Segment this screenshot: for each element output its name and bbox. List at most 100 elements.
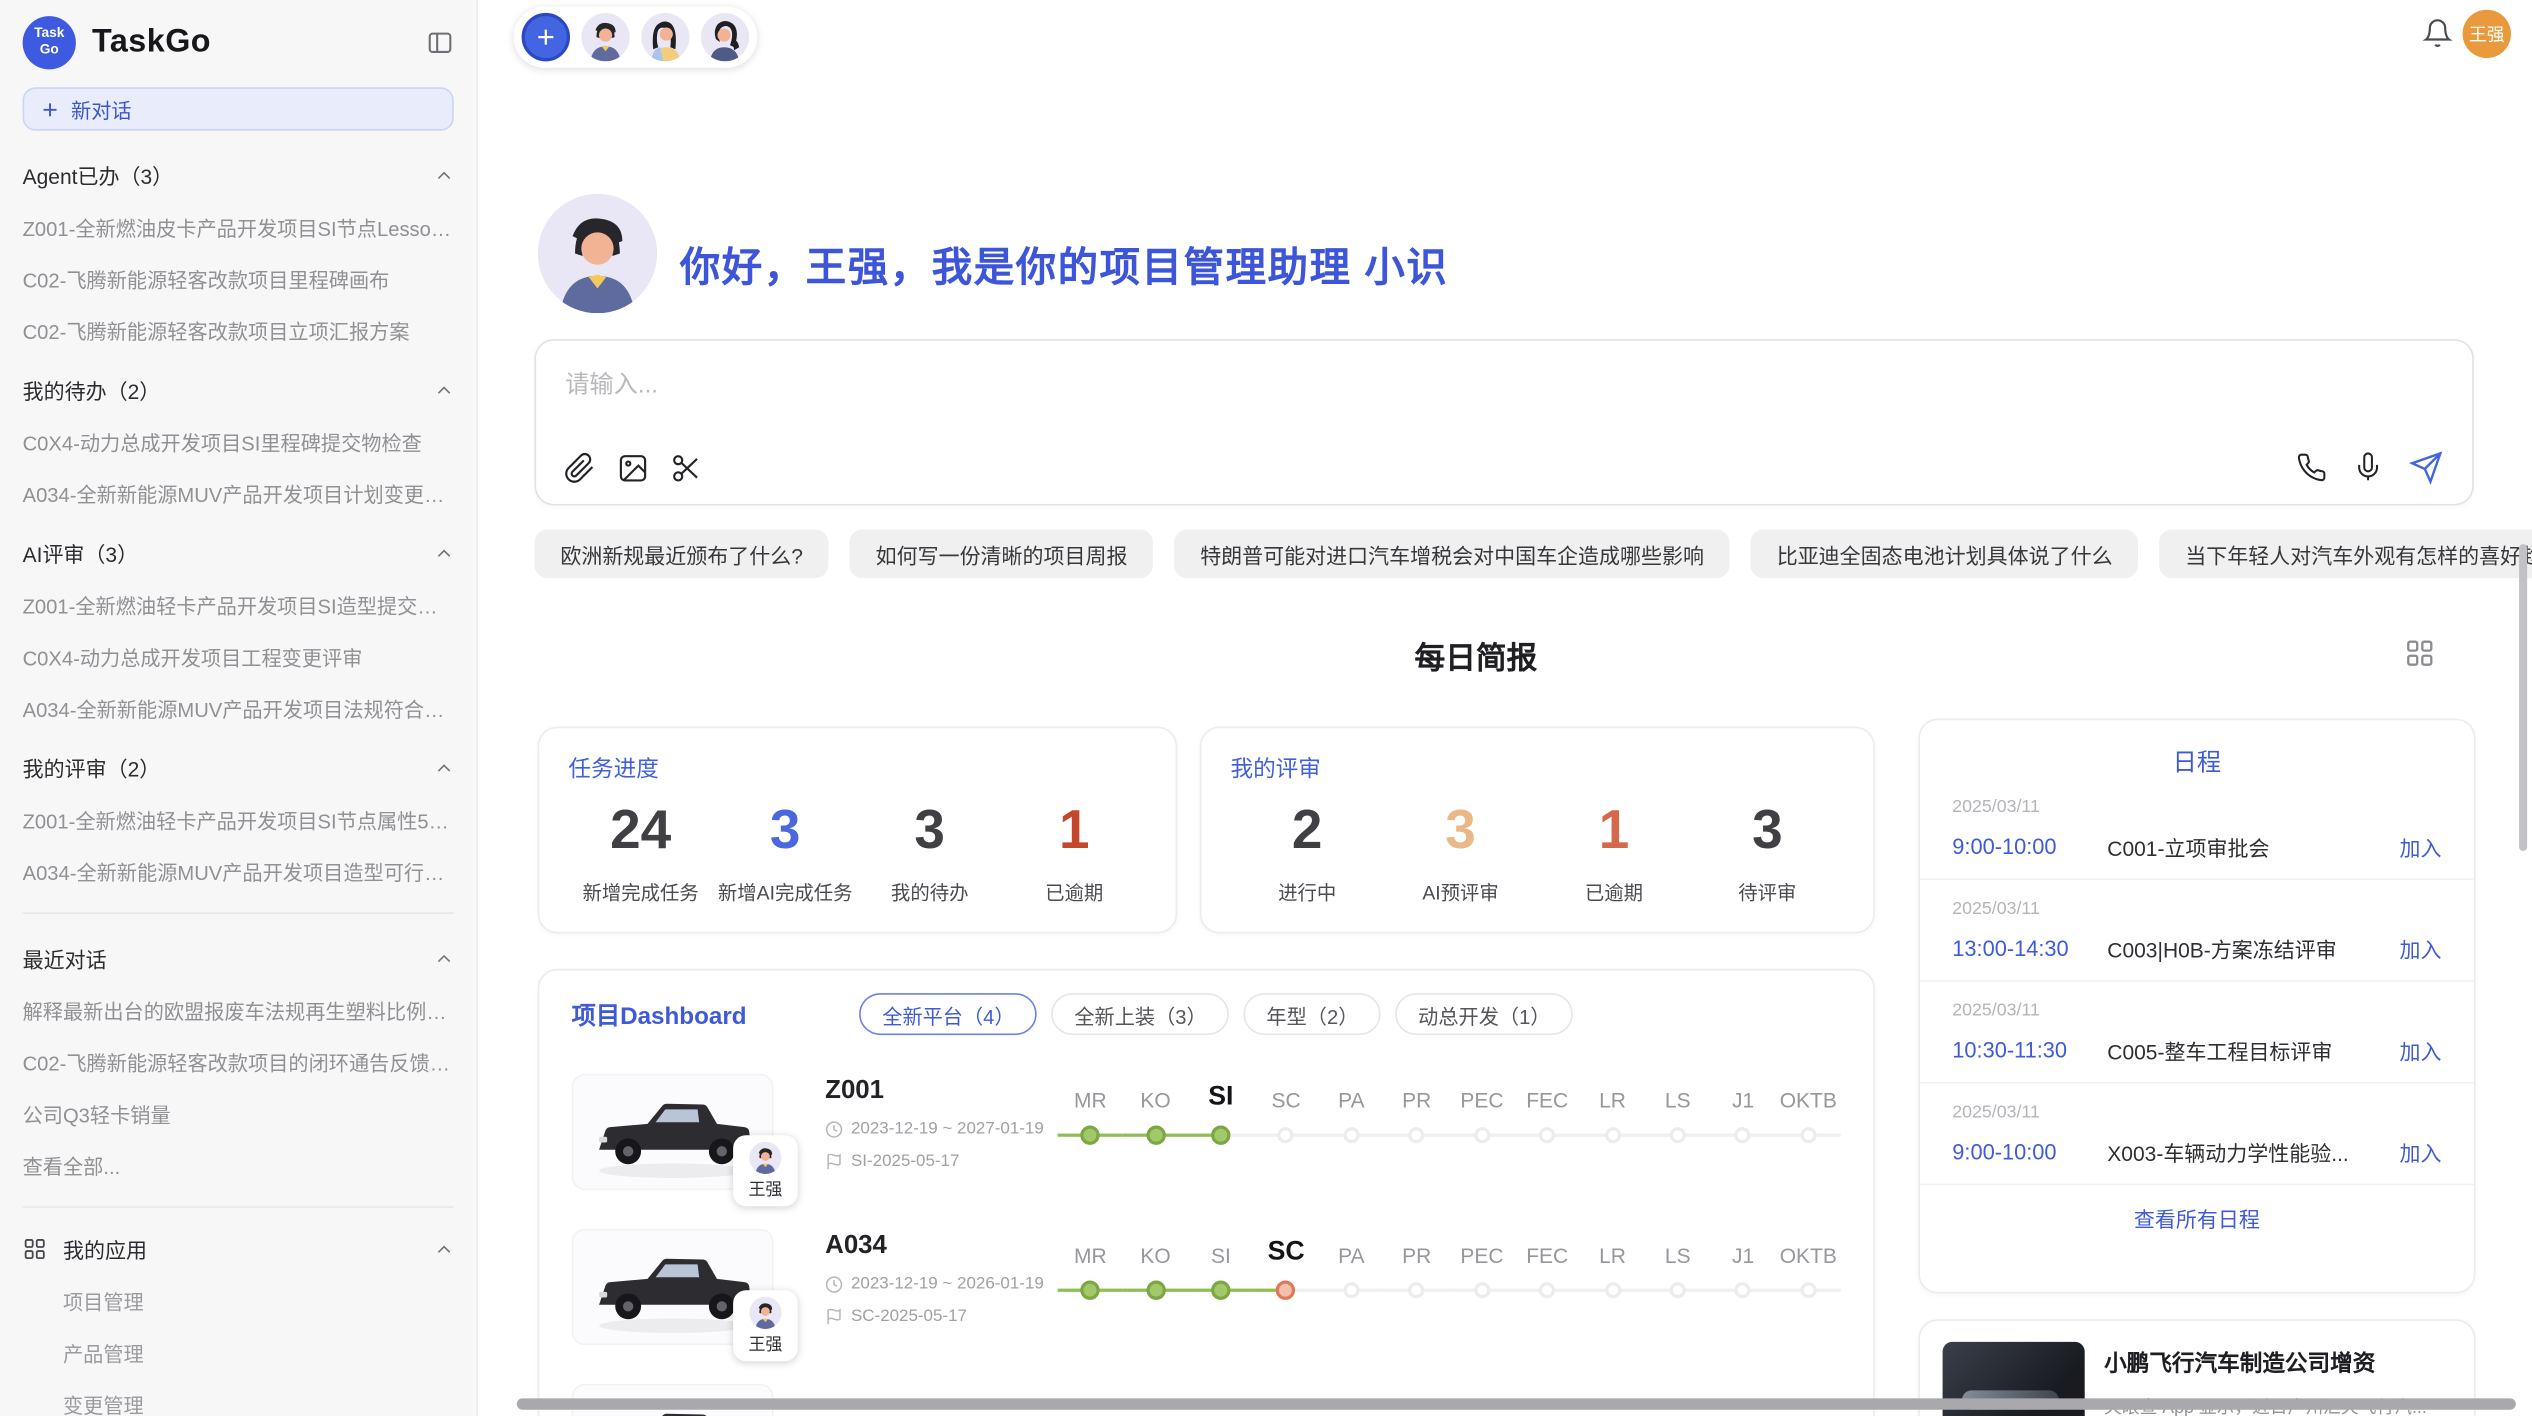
briefing-cards: 任务进度 24 新增完成任务 3 新增AI完成任务 3 我的待办 1 已逾期 我… bbox=[538, 727, 1875, 934]
event-name: C005-整车工程目标评审 bbox=[2107, 1035, 2380, 1066]
milestone: OKTB bbox=[1776, 1232, 1841, 1305]
event-join-link[interactable]: 加入 bbox=[2400, 1137, 2442, 1168]
stat-value: 3 bbox=[1445, 801, 1476, 861]
user-avatar[interactable]: 王强 bbox=[2463, 10, 2511, 58]
notifications-bell-icon[interactable] bbox=[2422, 18, 2453, 49]
agent-avatar-2[interactable] bbox=[641, 13, 689, 61]
milestone: SI bbox=[1188, 1077, 1253, 1150]
chevron-up-icon[interactable] bbox=[434, 543, 453, 562]
agent-avatar-3[interactable] bbox=[701, 13, 749, 61]
agent-avatar-1[interactable] bbox=[581, 13, 629, 61]
section-items: Z001-全新燃油轻卡产品开发项目SI节点属性5D文件评审 A034-全新新能源… bbox=[23, 804, 454, 886]
chevron-up-icon[interactable] bbox=[434, 1239, 453, 1258]
stat: 3 新增AI完成任务 bbox=[713, 801, 858, 907]
milestone: PR bbox=[1384, 1077, 1449, 1150]
chevron-up-icon[interactable] bbox=[434, 949, 453, 968]
sidebar-task-item[interactable]: 解释最新出台的欧盟报废车法规再生塑料比例被调至15%... bbox=[23, 995, 454, 1026]
sidebar-task-item[interactable]: Z001-全新燃油轻卡产品开发项目SI节点属性5D文件评审 bbox=[23, 804, 454, 835]
sidebar-task-item[interactable]: Z001-全新燃油轻卡产品开发项目SI造型提交物评审 bbox=[23, 589, 454, 620]
suggestion-chips: 欧洲新规最近颁布了什么? 如何写一份清晰的项目周报 特朗普可能对进口汽车增税会对… bbox=[534, 530, 2531, 578]
news-title: 小鹏飞行汽车制造公司增资 bbox=[2104, 1347, 2427, 1379]
event-time: 10:30-11:30 bbox=[1952, 1038, 2107, 1062]
event-join-link[interactable]: 加入 bbox=[2400, 1035, 2442, 1066]
milestone: PR bbox=[1384, 1232, 1449, 1305]
sidebar-task-item[interactable]: Z001-全新燃油皮卡产品开发项目SI节点Lesson Learn报告 bbox=[23, 212, 454, 243]
attachment-icon[interactable] bbox=[564, 452, 596, 484]
stat-value: 1 bbox=[1059, 801, 1090, 861]
sidebar-task-item[interactable]: 公司Q3轻卡销量 bbox=[23, 1098, 454, 1129]
milestone-dot bbox=[1146, 1126, 1165, 1145]
sidebar-task-item[interactable]: A034-全新新能源MUV产品开发项目法规符合性评审 bbox=[23, 693, 454, 724]
agent-quick-bar bbox=[514, 6, 758, 67]
divider bbox=[23, 1206, 454, 1208]
chevron-up-icon[interactable] bbox=[434, 758, 453, 777]
daily-brief-title: 每日简报 bbox=[478, 635, 2474, 679]
milestone-track: MR KO SI SC PA PR bbox=[1058, 1232, 1841, 1305]
milestone: J1 bbox=[1710, 1232, 1775, 1305]
image-upload-icon[interactable] bbox=[617, 452, 649, 484]
schedule-card: 日程 2025/03/11 9:00-10:00 C001-立项审批会 加入 2… bbox=[1918, 719, 2475, 1294]
sidebar-task-item[interactable]: A034-全新新能源MUV产品开发项目计划变更表编写 bbox=[23, 478, 454, 509]
sidebar-item-my-apps[interactable]: 我的应用 bbox=[23, 1234, 454, 1265]
milestone: SC bbox=[1254, 1077, 1319, 1150]
sidebar-task-item[interactable]: C0X4-动力总成开发项目SI里程碑提交物检查 bbox=[23, 426, 454, 457]
stat-label: 我的待办 bbox=[891, 879, 969, 906]
chevron-up-icon[interactable] bbox=[434, 166, 453, 185]
milestone: LS bbox=[1645, 1077, 1710, 1150]
suggestion-chip[interactable]: 如何写一份清晰的项目周报 bbox=[850, 530, 1154, 578]
milestone-label: MR bbox=[1074, 1077, 1107, 1113]
send-icon[interactable] bbox=[2409, 451, 2443, 485]
milestone-dot bbox=[1409, 1127, 1425, 1143]
app-sub-item[interactable]: 产品管理 bbox=[63, 1337, 454, 1368]
milestone: PEC bbox=[1449, 1077, 1514, 1150]
suggestion-chip[interactable]: 当下年轻人对汽车外观有怎样的喜好趋势 bbox=[2159, 530, 2532, 578]
milestone: SI bbox=[1188, 1232, 1253, 1305]
section-header: 我的待办（2） bbox=[23, 375, 161, 406]
stat-row: 2 进行中 3 AI预评审 1 已逾期 3 待评审 bbox=[1230, 801, 1844, 907]
view-all-schedule-link[interactable]: 查看所有日程 bbox=[1920, 1203, 2474, 1234]
sidebar-task-item[interactable]: C02-飞腾新能源轻客改款项目的闭环通告反馈情况 bbox=[23, 1046, 454, 1077]
dashboard-tab[interactable]: 动总开发（1） bbox=[1396, 993, 1574, 1035]
layout-grid-icon[interactable] bbox=[2404, 638, 2435, 669]
add-agent-button[interactable] bbox=[522, 13, 570, 61]
sidebar-task-item[interactable]: A034-全新新能源MUV产品开发项目造型可行性评审 bbox=[23, 856, 454, 887]
suggestion-chip[interactable]: 欧洲新规最近颁布了什么? bbox=[534, 530, 828, 578]
stat-card-title: 任务进度 bbox=[568, 752, 1146, 784]
chat-composer[interactable]: 请输入... bbox=[534, 339, 2473, 505]
milestone-label: PEC bbox=[1460, 1077, 1503, 1113]
suggestion-chip[interactable]: 比亚迪全固态电池计划具体说了什么 bbox=[1751, 530, 2139, 578]
vertical-scrollbar[interactable] bbox=[2519, 544, 2527, 851]
new-chat-button[interactable]: 新对话 bbox=[23, 87, 454, 131]
app-sub-item[interactable]: 项目管理 bbox=[63, 1285, 454, 1316]
stat: 2 进行中 bbox=[1230, 801, 1383, 907]
sidebar-task-item[interactable]: C02-飞腾新能源轻客改款项目里程碑画布 bbox=[23, 263, 454, 294]
milestone-dot bbox=[1146, 1281, 1165, 1300]
dashboard-tab[interactable]: 全新平台（4） bbox=[860, 993, 1038, 1035]
suggestion-chip[interactable]: 特朗普可能对进口汽车增税会对中国车企造成哪些影响 bbox=[1174, 530, 1730, 578]
milestone-dot bbox=[1604, 1282, 1620, 1298]
project-row[interactable]: 王强 A034 2023-12-19 ~ 2026-01-19 SC-2025-… bbox=[572, 1229, 1841, 1345]
app-sub-item[interactable]: 变更管理 bbox=[63, 1389, 454, 1416]
dashboard-tab[interactable]: 全新上装（3） bbox=[1052, 993, 1230, 1035]
voice-call-icon[interactable] bbox=[2296, 452, 2327, 483]
recent-view-all[interactable]: 查看全部... bbox=[23, 1150, 454, 1181]
app-title: TaskGo bbox=[92, 23, 211, 60]
stat-label: 新增AI完成任务 bbox=[718, 879, 853, 906]
app-root: Task Go TaskGo 新对话 Agent已办（3） Z001-全新燃油皮… bbox=[0, 0, 2532, 1416]
sidebar-collapse-icon[interactable] bbox=[426, 28, 453, 55]
milestone: SC bbox=[1254, 1232, 1319, 1305]
dashboard-title: 项目Dashboard bbox=[572, 997, 747, 1031]
horizontal-scrollbar[interactable] bbox=[517, 1398, 2516, 1409]
scissors-icon[interactable] bbox=[670, 452, 702, 484]
dashboard-tab[interactable]: 年型（2） bbox=[1244, 993, 1381, 1035]
my-apps-label: 我的应用 bbox=[63, 1234, 147, 1265]
event-join-link[interactable]: 加入 bbox=[2400, 832, 2442, 863]
event-join-link[interactable]: 加入 bbox=[2400, 933, 2442, 964]
project-row[interactable]: 王强 Z001 2023-12-19 ~ 2027-01-19 SI-2025-… bbox=[572, 1074, 1841, 1190]
chevron-up-icon[interactable] bbox=[434, 380, 453, 399]
microphone-icon[interactable] bbox=[2353, 452, 2384, 483]
sidebar-task-item[interactable]: C02-飞腾新能源轻客改款项目立项汇报方案 bbox=[23, 315, 454, 346]
event-list: 2025/03/11 9:00-10:00 C001-立项审批会 加入 2025… bbox=[1920, 778, 2474, 1185]
sidebar-task-item[interactable]: C0X4-动力总成开发项目工程变更评审 bbox=[23, 641, 454, 672]
milestone-dot bbox=[1735, 1282, 1751, 1298]
